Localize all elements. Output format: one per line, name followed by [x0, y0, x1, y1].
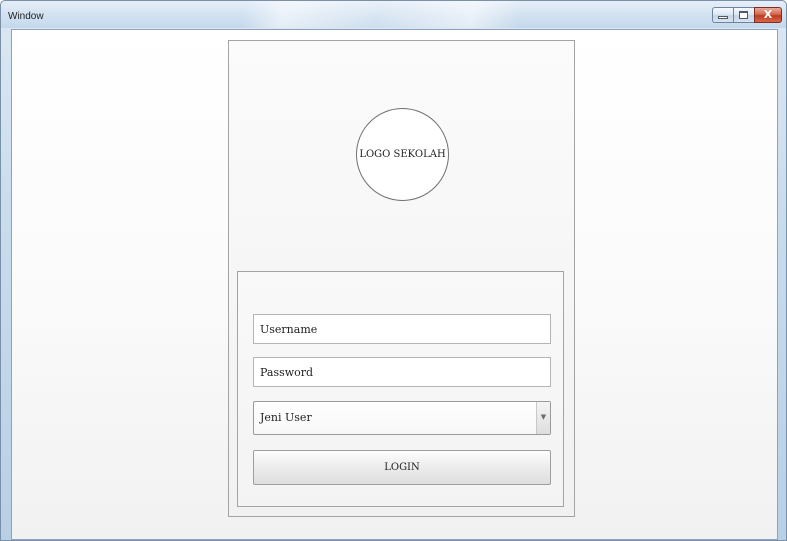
user-type-selected-value: Jeni User [260, 411, 312, 424]
logo-label: LOGO SEKOLAH [359, 149, 446, 160]
user-type-select[interactable]: Jeni User ▼ [253, 401, 551, 435]
login-button[interactable]: LOGIN [253, 450, 551, 485]
login-form: Jeni User ▼ LOGIN [237, 271, 564, 507]
login-panel: LOGO SEKOLAH Jeni User ▼ LOGIN [228, 40, 575, 517]
maximize-button[interactable] [733, 7, 754, 23]
close-icon: X [763, 8, 773, 21]
minimize-icon [718, 16, 728, 19]
username-input[interactable] [253, 314, 551, 344]
window-controls: X [712, 7, 782, 24]
title-bar[interactable]: Window X [1, 1, 786, 28]
password-input[interactable] [253, 357, 551, 387]
window-title: Window [8, 11, 44, 22]
chevron-down-icon[interactable]: ▼ [536, 402, 550, 434]
close-button[interactable]: X [754, 7, 782, 23]
school-logo: LOGO SEKOLAH [356, 108, 449, 201]
maximize-icon [739, 11, 748, 19]
minimize-button[interactable] [712, 7, 733, 23]
application-window: Window X LOGO SEKOLAH Jeni User ▼ [0, 0, 787, 541]
window-content: LOGO SEKOLAH Jeni User ▼ LOGIN [11, 29, 778, 540]
